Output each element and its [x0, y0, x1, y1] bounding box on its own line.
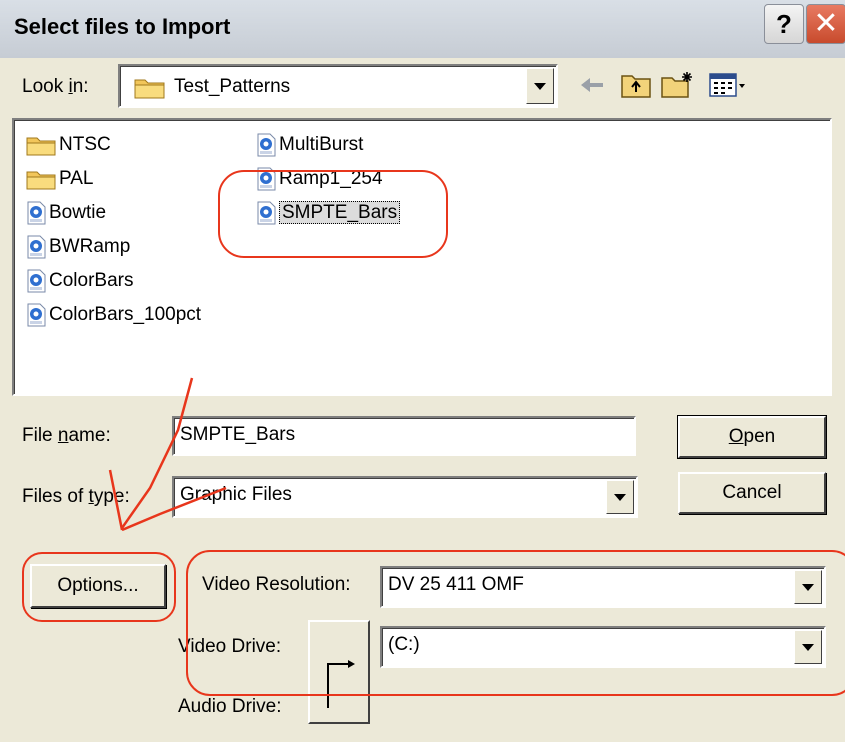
file-name-text: Bowtie — [49, 202, 107, 223]
window-title: Select files to Import — [14, 14, 231, 39]
up-folder-icon[interactable] — [620, 70, 652, 100]
file-name-field[interactable]: SMPTE_Bars — [172, 416, 636, 456]
title-bar[interactable]: Select files to Import ? ✕ — [0, 0, 845, 58]
file-list-item[interactable]: BWRamp — [26, 232, 130, 262]
chevron-down-icon[interactable] — [526, 68, 554, 104]
file-type-value: Graphic Files — [180, 484, 292, 505]
file-name-text: PAL — [59, 168, 94, 189]
annotation-box-video-settings — [186, 550, 845, 696]
new-folder-icon[interactable] — [660, 70, 696, 100]
file-type-dropdown[interactable]: Graphic Files — [172, 476, 638, 518]
cancel-button[interactable]: Cancel — [678, 472, 826, 514]
graphic-file-icon — [27, 303, 46, 327]
file-list-item[interactable]: MultiBurst — [256, 130, 363, 160]
file-name-text: BWRamp — [49, 236, 131, 257]
look-in-label: Look in: — [22, 76, 89, 97]
view-menu-icon[interactable] — [708, 70, 748, 100]
file-type-label: Files of type: — [22, 486, 130, 507]
graphic-file-icon — [257, 133, 276, 157]
folder-icon — [134, 79, 165, 99]
file-list-item[interactable]: ColorBars_100pct — [26, 300, 201, 330]
file-name-label: File name: — [22, 425, 111, 446]
close-button[interactable]: ✕ — [806, 4, 845, 44]
file-list-item[interactable]: NTSC — [26, 130, 111, 160]
annotation-circle-selected-file — [218, 170, 448, 258]
file-list-item[interactable]: PAL — [26, 164, 94, 194]
file-name-text: ColorBars_100pct — [49, 304, 202, 325]
graphic-file-icon — [27, 235, 46, 259]
file-name-text: NTSC — [59, 134, 111, 155]
folder-icon — [26, 137, 56, 156]
file-list-item[interactable]: ColorBars — [26, 266, 133, 296]
chevron-down-icon[interactable] — [606, 480, 634, 514]
file-name-text: ColorBars — [49, 270, 134, 291]
back-arrow-icon[interactable] — [577, 70, 607, 100]
help-button[interactable]: ? — [764, 4, 804, 44]
graphic-file-icon — [27, 201, 46, 225]
look-in-value: Test_Patterns — [174, 76, 291, 97]
open-button[interactable]: Open — [678, 416, 826, 458]
annotation-circle-options — [22, 552, 176, 622]
file-list-item[interactable]: Bowtie — [26, 198, 106, 228]
look-in-dropdown[interactable]: Test_Patterns — [118, 64, 558, 108]
file-name-text: MultiBurst — [279, 134, 364, 155]
audio-drive-label: Audio Drive: — [178, 696, 282, 717]
folder-icon — [26, 171, 56, 190]
graphic-file-icon — [27, 269, 46, 293]
